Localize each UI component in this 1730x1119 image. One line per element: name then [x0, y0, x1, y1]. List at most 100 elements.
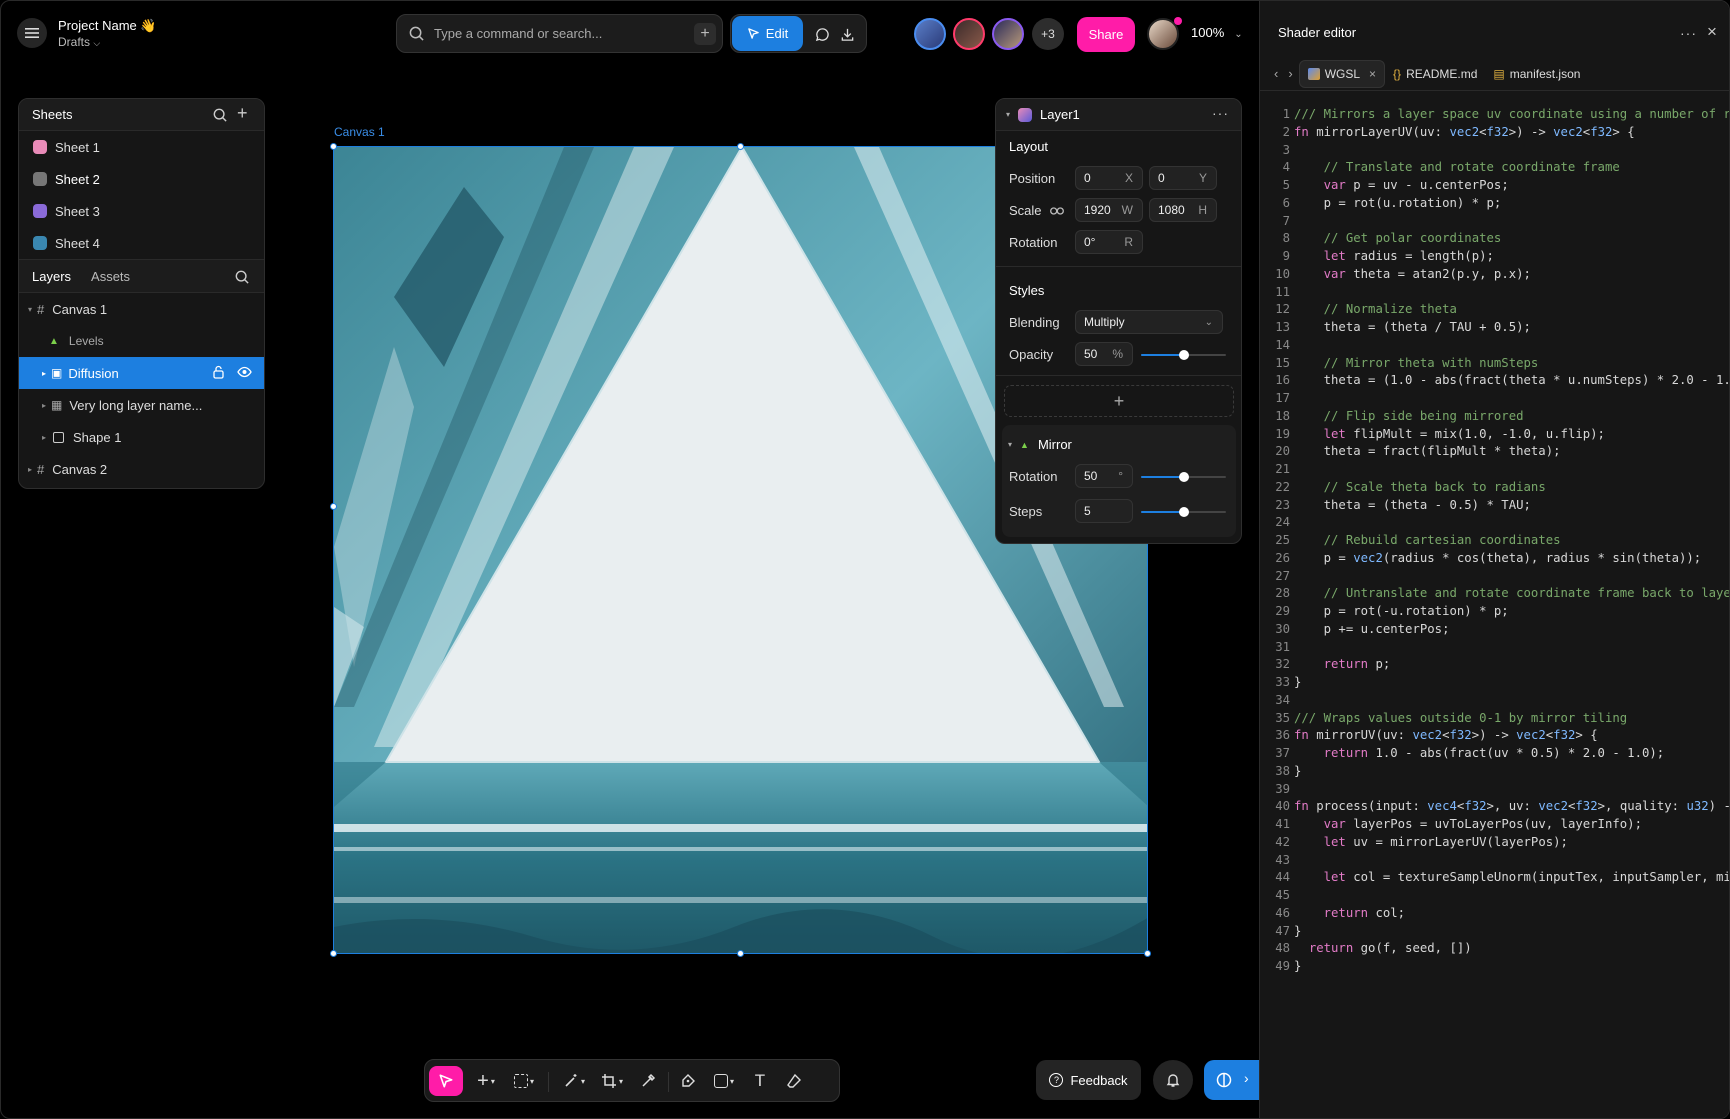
layer-row[interactable]: ▾ # Canvas 1 [19, 293, 264, 325]
code-line[interactable]: 31 [1260, 639, 1729, 657]
code-editor[interactable]: 1 /// Mirrors a layer space uv coordinate… [1260, 106, 1729, 976]
resize-handle[interactable] [737, 143, 744, 150]
command-search[interactable]: + [396, 14, 723, 53]
expand-icon[interactable]: ▸ [25, 465, 35, 474]
code-line[interactable]: 37 return 1.0 - abs(fract(uv * 0.5) * 2.… [1260, 745, 1729, 763]
sheet-item[interactable]: Sheet 2 [19, 163, 264, 195]
layer-row[interactable]: ▸ Shape 1 [19, 421, 264, 453]
effect-header[interactable]: ▾ ▲ Mirror [1008, 437, 1072, 452]
expand-icon[interactable]: ▾ [25, 305, 35, 314]
menu-button[interactable] [17, 18, 47, 48]
code-line[interactable]: 14 [1260, 337, 1729, 355]
edit-button[interactable]: Edit [732, 16, 803, 51]
opacity-slider[interactable] [1141, 350, 1226, 360]
download-icon[interactable] [837, 24, 857, 44]
code-line[interactable]: 48 return go(f, seed, []) [1260, 940, 1729, 958]
add-effect-button[interactable]: + [1004, 385, 1234, 417]
code-line[interactable]: 42 let uv = mirrorLayerUV(layerPos); [1260, 834, 1729, 852]
code-line[interactable]: 18 // Flip side being mirrored [1260, 408, 1729, 426]
pen-tool[interactable] [675, 1066, 701, 1096]
code-line[interactable]: 33} [1260, 674, 1729, 692]
panel-toggle-button[interactable]: › [1204, 1060, 1260, 1100]
sheet-item[interactable]: Sheet 1 [19, 131, 264, 163]
shape-tool[interactable]: ▾ [709, 1066, 739, 1096]
code-line[interactable]: 49} [1260, 958, 1729, 976]
eye-icon[interactable] [237, 366, 252, 381]
avatar[interactable] [992, 18, 1024, 50]
code-line[interactable]: 22 // Scale theta back to radians [1260, 479, 1729, 497]
code-line[interactable]: 43 [1260, 852, 1729, 870]
project-location[interactable]: Drafts ⌵ [58, 35, 100, 49]
layer-row-selected[interactable]: ▸ ▣ Diffusion [19, 357, 264, 389]
code-line[interactable]: 27 [1260, 568, 1729, 586]
add-tool[interactable]: + ▾ [471, 1066, 501, 1096]
tab-assets[interactable]: Assets [91, 269, 130, 284]
resize-handle[interactable] [1144, 950, 1151, 957]
code-line[interactable]: 21 [1260, 461, 1729, 479]
code-line[interactable]: 9 let radius = length(p); [1260, 248, 1729, 266]
canvas-label[interactable]: Canvas 1 [334, 125, 385, 139]
avatar[interactable] [953, 18, 985, 50]
expand-icon[interactable]: ▸ [39, 433, 49, 442]
close-icon[interactable]: × [1369, 67, 1376, 81]
code-line[interactable]: 44 let col = textureSampleUnorm(inputTex… [1260, 869, 1729, 887]
code-line[interactable]: 34 [1260, 692, 1729, 710]
text-tool[interactable]: T [747, 1066, 773, 1096]
code-line[interactable]: 45 [1260, 887, 1729, 905]
scale-h-field[interactable]: 1080 H [1149, 198, 1217, 222]
collapse-icon[interactable]: ▾ [1008, 440, 1012, 449]
avatar[interactable] [914, 18, 946, 50]
slider-knob[interactable] [1178, 472, 1189, 482]
notifications-button[interactable] [1153, 1060, 1193, 1100]
steps-field[interactable]: 5 [1075, 499, 1133, 523]
link-icon[interactable] [1049, 206, 1064, 216]
select-tool[interactable] [429, 1066, 463, 1096]
code-line[interactable]: 40 fn process(input: vec4<f32>, uv: vec2<… [1260, 798, 1729, 816]
code-line[interactable]: 36 fn mirrorUV(uv: vec2<f32>) -> vec2<f32… [1260, 727, 1729, 745]
more-users-badge[interactable]: +3 [1032, 18, 1064, 50]
resize-handle[interactable] [737, 950, 744, 957]
chevron-left-icon[interactable]: ‹ [1274, 66, 1278, 81]
project-name[interactable]: Project Name 👋 [58, 18, 157, 34]
mirror-rotation-slider[interactable] [1141, 472, 1226, 482]
code-line[interactable]: 28 // Untranslate and rotate coordinate … [1260, 585, 1729, 603]
layer-row[interactable]: ▸ # Canvas 2 [19, 453, 264, 485]
code-line[interactable]: 35 /// Wraps values outside 0-1 by mirror… [1260, 710, 1729, 728]
zoom-level[interactable]: 100% ⌄ [1191, 25, 1243, 40]
code-line[interactable]: 23 theta = (theta - 0.5) * TAU; [1260, 497, 1729, 515]
code-line[interactable]: 13 theta = (theta / TAU + 0.5); [1260, 319, 1729, 337]
code-line[interactable]: 4 // Translate and rotate coordinate fra… [1260, 159, 1729, 177]
code-line[interactable]: 47} [1260, 923, 1729, 941]
lock-icon[interactable] [212, 365, 225, 382]
magic-wand-tool[interactable]: ▾ [559, 1066, 589, 1096]
code-line[interactable]: 29 p = rot(-u.rotation) * p; [1260, 603, 1729, 621]
code-line[interactable]: 5 var p = uv - u.centerPos; [1260, 177, 1729, 195]
resize-handle[interactable] [330, 950, 337, 957]
code-line[interactable]: 6 p = rot(u.rotation) * p; [1260, 195, 1729, 213]
rotation-field[interactable]: 0° R [1075, 230, 1143, 254]
feedback-button[interactable]: ? Feedback [1036, 1060, 1141, 1100]
expand-icon[interactable]: ▸ [39, 401, 49, 410]
tab-layers[interactable]: Layers [32, 269, 71, 284]
code-line[interactable]: 2 fn mirrorLayerUV(uv: vec2<f32>) -> vec2… [1260, 124, 1729, 142]
code-line[interactable]: 39 [1260, 781, 1729, 799]
position-y-field[interactable]: 0Y [1149, 166, 1217, 190]
sheet-item[interactable]: Sheet 4 [19, 227, 264, 259]
code-line[interactable]: 1 /// Mirrors a layer space uv coordinate… [1260, 106, 1729, 124]
code-line[interactable]: 19 let flipMult = mix(1.0, -1.0, u.flip)… [1260, 426, 1729, 444]
slider-knob[interactable] [1178, 350, 1189, 360]
marquee-tool[interactable]: ▾ [509, 1066, 539, 1096]
position-x-field[interactable]: 0X [1075, 166, 1143, 190]
expand-icon[interactable]: ▸ [39, 369, 49, 378]
resize-handle[interactable] [330, 143, 337, 150]
search-icon[interactable] [213, 108, 227, 122]
add-sheet-icon[interactable]: + [237, 103, 248, 124]
code-line[interactable]: 16 theta = (1.0 - abs(fract(theta * u.nu… [1260, 372, 1729, 390]
code-line[interactable]: 41 var layerPos = uvToLayerPos(uv, layer… [1260, 816, 1729, 834]
code-line[interactable]: 8 // Get polar coordinates [1260, 230, 1729, 248]
code-line[interactable]: 11 [1260, 284, 1729, 302]
blending-select[interactable]: Multiply ⌄ [1075, 310, 1223, 334]
layer-header[interactable]: ▾ Layer1 ··· [996, 99, 1241, 131]
code-line[interactable]: 30 p += u.centerPos; [1260, 621, 1729, 639]
share-button[interactable]: Share [1077, 17, 1135, 52]
